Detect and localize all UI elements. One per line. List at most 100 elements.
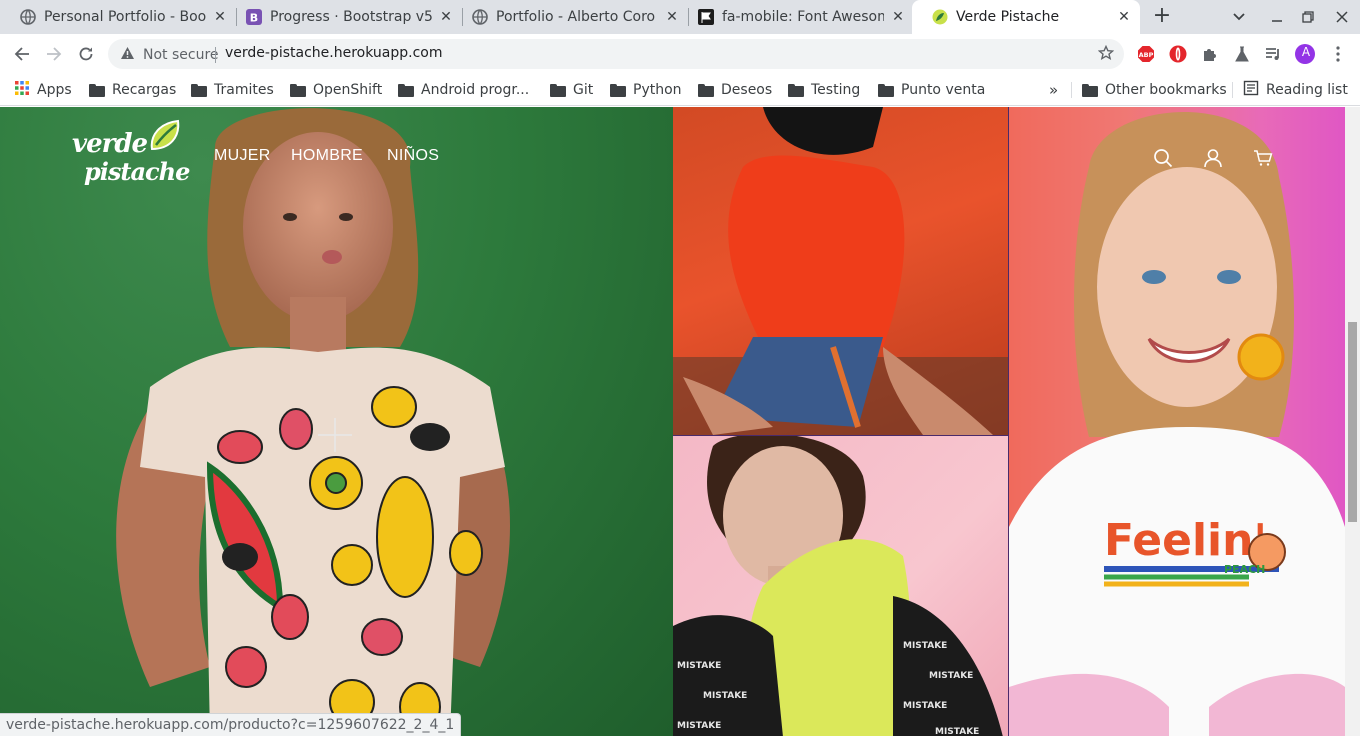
bookmark-star-icon[interactable] <box>1097 44 1115 65</box>
bookmark-label: Apps <box>37 82 72 98</box>
site-header: verde pistache MUJER HOMBRE NIÑOS <box>0 107 1345 207</box>
red-shield-extension-icon[interactable] <box>1168 44 1188 64</box>
bookmark-label: OpenShift <box>313 82 383 98</box>
kebab-menu-icon[interactable] <box>1328 44 1348 64</box>
bootstrap-icon: B <box>246 9 262 25</box>
tab-bootstrap-progress[interactable]: B Progress · Bootstrap v5. ✕ <box>226 0 462 34</box>
svg-text:B: B <box>250 12 258 25</box>
bookmark-folder-android[interactable]: Android progr... <box>398 79 529 101</box>
bookmark-folder-recargas[interactable]: Recargas <box>89 79 176 101</box>
omnibox-divider <box>215 47 216 63</box>
adblock-plus-icon[interactable]: ABP <box>1136 44 1156 64</box>
bookmark-label: Git <box>573 82 594 98</box>
folder-icon <box>398 83 414 97</box>
bookmark-folder-punto-venta[interactable]: Punto venta <box>878 79 985 101</box>
tab-title: Verde Pistache <box>956 9 1060 25</box>
bookmark-folder-tramites[interactable]: Tramites <box>191 79 274 101</box>
flask-extension-icon[interactable] <box>1232 44 1252 64</box>
tab-title: Personal Portfolio - Boo <box>44 9 206 25</box>
url-text[interactable]: verde-pistache.herokuapp.com <box>225 45 443 61</box>
bookmark-label: Punto venta <box>901 82 986 98</box>
nav-hombre[interactable]: HOMBRE <box>291 147 363 165</box>
reading-list-button[interactable]: Reading list <box>1243 79 1348 101</box>
tab-verde-pistache[interactable]: Verde Pistache ✕ <box>912 0 1140 34</box>
bookmark-folder-git[interactable]: Git <box>550 79 593 101</box>
warning-triangle-icon <box>120 46 135 64</box>
new-tab-button[interactable]: + <box>1150 5 1174 29</box>
bookmark-label: Tramites <box>214 82 274 98</box>
bookmark-folder-testing[interactable]: Testing <box>788 79 860 101</box>
bookmark-folder-deseos[interactable]: Deseos <box>698 79 772 101</box>
minimize-icon[interactable] <box>1267 7 1287 27</box>
svg-text:PEACH: PEACH <box>1224 563 1265 576</box>
pistachio-leaf-icon <box>150 119 180 151</box>
svg-text:MISTAKE: MISTAKE <box>677 661 721 671</box>
folder-icon <box>610 83 626 97</box>
forward-arrow-icon[interactable] <box>42 42 66 66</box>
close-icon[interactable]: ✕ <box>890 9 906 25</box>
globe-icon <box>472 9 488 25</box>
globe-icon <box>20 9 36 25</box>
avatar-letter: A <box>1301 45 1311 59</box>
bookmarks-overflow-button[interactable]: » <box>1049 79 1058 101</box>
folder-icon <box>788 83 804 97</box>
browser-tab-strip: Personal Portfolio - Boo ✕ B Progress · … <box>0 0 1360 34</box>
other-bookmarks-label: Other bookmarks <box>1105 82 1227 98</box>
profile-avatar[interactable]: A <box>1295 44 1315 64</box>
bookmarks-divider <box>1071 82 1072 98</box>
svg-text:MISTAKE: MISTAKE <box>677 721 721 731</box>
close-window-icon[interactable] <box>1332 7 1352 27</box>
tab-title: Progress · Bootstrap v5. <box>270 9 432 25</box>
boy-yellow-hoodie-photo: MISTAKE MISTAKE MISTAKE MISTAKE MISTAKE MIST… <box>673 436 1003 736</box>
bookmark-folder-python[interactable]: Python <box>610 79 682 101</box>
bookmark-apps[interactable]: Apps <box>14 79 72 101</box>
other-bookmarks-folder[interactable]: Other bookmarks <box>1082 79 1227 101</box>
security-indicator[interactable]: Not secure <box>120 46 219 64</box>
product-image-hombre-hoodie[interactable]: MISTAKE MISTAKE MISTAKE MISTAKE MISTAKE MIST… <box>673 435 1009 736</box>
page-scrollbar[interactable] <box>1345 107 1360 736</box>
fontawesome-flag-icon <box>698 9 714 25</box>
media-queue-icon[interactable] <box>1263 44 1283 64</box>
back-arrow-icon[interactable] <box>10 42 34 66</box>
bookmark-label: Recargas <box>112 82 177 98</box>
cart-icon[interactable] <box>1252 147 1274 169</box>
link-status-bubble: verde-pistache.herokuapp.com/producto?c=… <box>0 713 462 736</box>
restore-icon[interactable] <box>1298 7 1318 27</box>
reading-list-label: Reading list <box>1266 82 1348 98</box>
folder-icon <box>698 83 714 97</box>
tab-search-chevron-icon[interactable] <box>1229 7 1249 27</box>
logo-line-1: verde <box>72 129 148 159</box>
crosshair-cursor-icon <box>318 418 352 452</box>
security-label: Not secure <box>143 47 219 63</box>
tab-personal-portfolio[interactable]: Personal Portfolio - Boo ✕ <box>0 0 236 34</box>
nav-mujer[interactable]: MUJER <box>214 147 271 165</box>
tab-portfolio-alberto[interactable]: Portfolio - Alberto Coro ✕ <box>452 0 688 34</box>
verde-pistache-logo[interactable]: verde pistache <box>72 119 190 197</box>
folder-icon <box>191 83 207 97</box>
svg-text:MISTAKE: MISTAKE <box>903 701 947 711</box>
svg-text:MISTAKE: MISTAKE <box>703 691 747 701</box>
bookmark-label: Testing <box>811 82 861 98</box>
svg-text:MISTAKE: MISTAKE <box>929 671 973 681</box>
address-bar[interactable]: Not secure verde-pistache.herokuapp.com <box>108 39 1124 69</box>
extensions-puzzle-icon[interactable] <box>1200 44 1220 64</box>
bookmark-label: Python <box>633 82 682 98</box>
scrollbar-thumb[interactable] <box>1348 322 1357 522</box>
search-icon[interactable] <box>1152 147 1174 169</box>
tab-title: fa-mobile: Font Awesom <box>722 9 884 25</box>
tab-fa-mobile[interactable]: fa-mobile: Font Awesom ✕ <box>678 0 914 34</box>
close-icon[interactable]: ✕ <box>1116 9 1132 25</box>
verde-pistache-leaf-icon <box>932 9 948 25</box>
folder-icon <box>878 83 894 97</box>
bookmarks-divider <box>1232 82 1233 98</box>
user-icon[interactable] <box>1202 147 1224 169</box>
bookmark-folder-openshift[interactable]: OpenShift <box>290 79 382 101</box>
svg-text:Feelin': Feelin' <box>1104 515 1267 566</box>
page-viewport: MISTAKE MISTAKE MISTAKE MISTAKE MISTAKE MIST… <box>0 107 1345 736</box>
nav-ninos[interactable]: NIÑOS <box>387 147 439 165</box>
logo-line-2: pistache <box>84 157 190 186</box>
apps-grid-icon <box>14 80 30 100</box>
reload-icon[interactable] <box>74 42 98 66</box>
folder-icon <box>290 83 306 97</box>
browser-toolbar: Not secure verde-pistache.herokuapp.com … <box>0 34 1360 74</box>
